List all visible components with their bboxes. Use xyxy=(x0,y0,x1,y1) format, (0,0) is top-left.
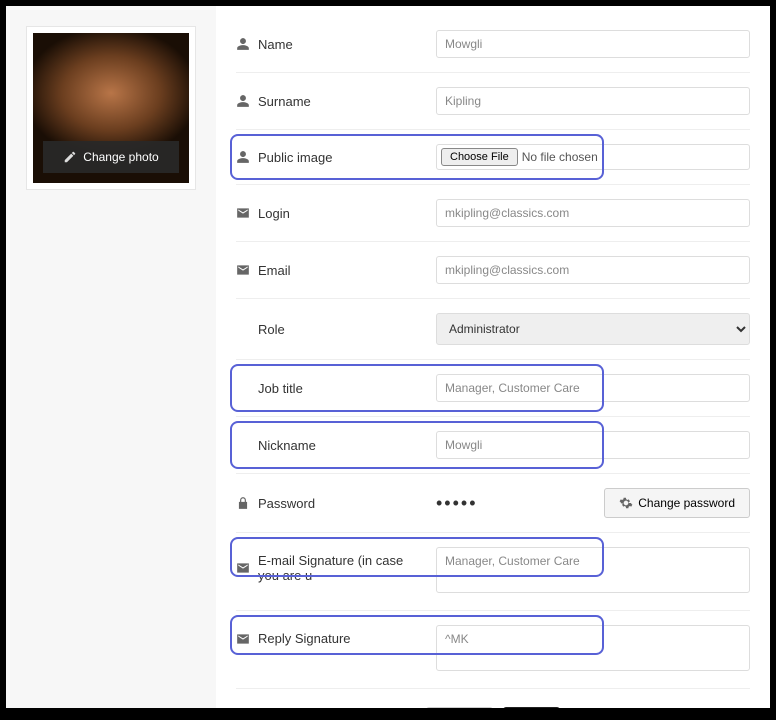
surname-label: Surname xyxy=(258,94,311,109)
email-signature-label: E-mail Signature (in case you are u xyxy=(258,553,426,583)
row-role: Role Administrator xyxy=(236,299,750,360)
save-button[interactable]: Save xyxy=(503,707,560,708)
row-surname: Surname xyxy=(236,73,750,130)
row-email-signature: E-mail Signature (in case you are u xyxy=(236,533,750,611)
change-photo-label: Change photo xyxy=(83,150,158,164)
mail-icon xyxy=(236,632,250,646)
pencil-icon xyxy=(63,150,77,164)
row-public-image: Public image Choose File No file chosen xyxy=(236,130,750,185)
row-nickname: Nickname xyxy=(236,417,750,474)
cancel-button[interactable]: Cancel xyxy=(426,707,493,708)
password-label: Password xyxy=(258,496,315,511)
choose-file-button[interactable]: Choose File xyxy=(441,148,518,166)
file-status: No file chosen xyxy=(522,150,598,164)
mail-icon xyxy=(236,263,250,277)
footer-actions: Cancel Save xyxy=(236,689,750,708)
surname-input[interactable] xyxy=(436,87,750,115)
email-signature-input[interactable] xyxy=(436,547,750,593)
person-icon xyxy=(236,150,250,164)
job-title-input[interactable] xyxy=(436,374,750,402)
job-title-label: Job title xyxy=(258,381,303,396)
change-photo-button[interactable]: Change photo xyxy=(43,141,179,173)
row-password: Password ••••• Change password xyxy=(236,474,750,533)
form-main: Name Surname Public image Choose File xyxy=(216,6,770,708)
row-login: Login xyxy=(236,185,750,242)
person-icon xyxy=(236,37,250,51)
photo-card: Change photo xyxy=(26,26,196,190)
public-image-label: Public image xyxy=(258,150,332,165)
nickname-input[interactable] xyxy=(436,431,750,459)
password-mask: ••••• xyxy=(436,493,478,513)
row-job-title: Job title xyxy=(236,360,750,417)
change-password-label: Change password xyxy=(638,496,735,510)
row-email: Email xyxy=(236,242,750,299)
lock-icon xyxy=(236,496,250,510)
email-input[interactable] xyxy=(436,256,750,284)
name-label: Name xyxy=(258,37,293,52)
row-reply-signature: Reply Signature xyxy=(236,611,750,689)
name-input[interactable] xyxy=(436,30,750,58)
change-password-button[interactable]: Change password xyxy=(604,488,750,518)
profile-photo: Change photo xyxy=(33,33,189,183)
reply-signature-input[interactable] xyxy=(436,625,750,671)
sidebar: Change photo xyxy=(6,6,216,708)
mail-icon xyxy=(236,561,250,575)
reply-signature-label: Reply Signature xyxy=(258,631,351,646)
login-label: Login xyxy=(258,206,290,221)
login-input[interactable] xyxy=(436,199,750,227)
role-label: Role xyxy=(258,322,285,337)
mail-icon xyxy=(236,206,250,220)
email-label: Email xyxy=(258,263,291,278)
nickname-label: Nickname xyxy=(258,438,316,453)
person-icon xyxy=(236,94,250,108)
role-select[interactable]: Administrator xyxy=(436,313,750,345)
row-name: Name xyxy=(236,16,750,73)
gear-icon xyxy=(619,496,633,510)
